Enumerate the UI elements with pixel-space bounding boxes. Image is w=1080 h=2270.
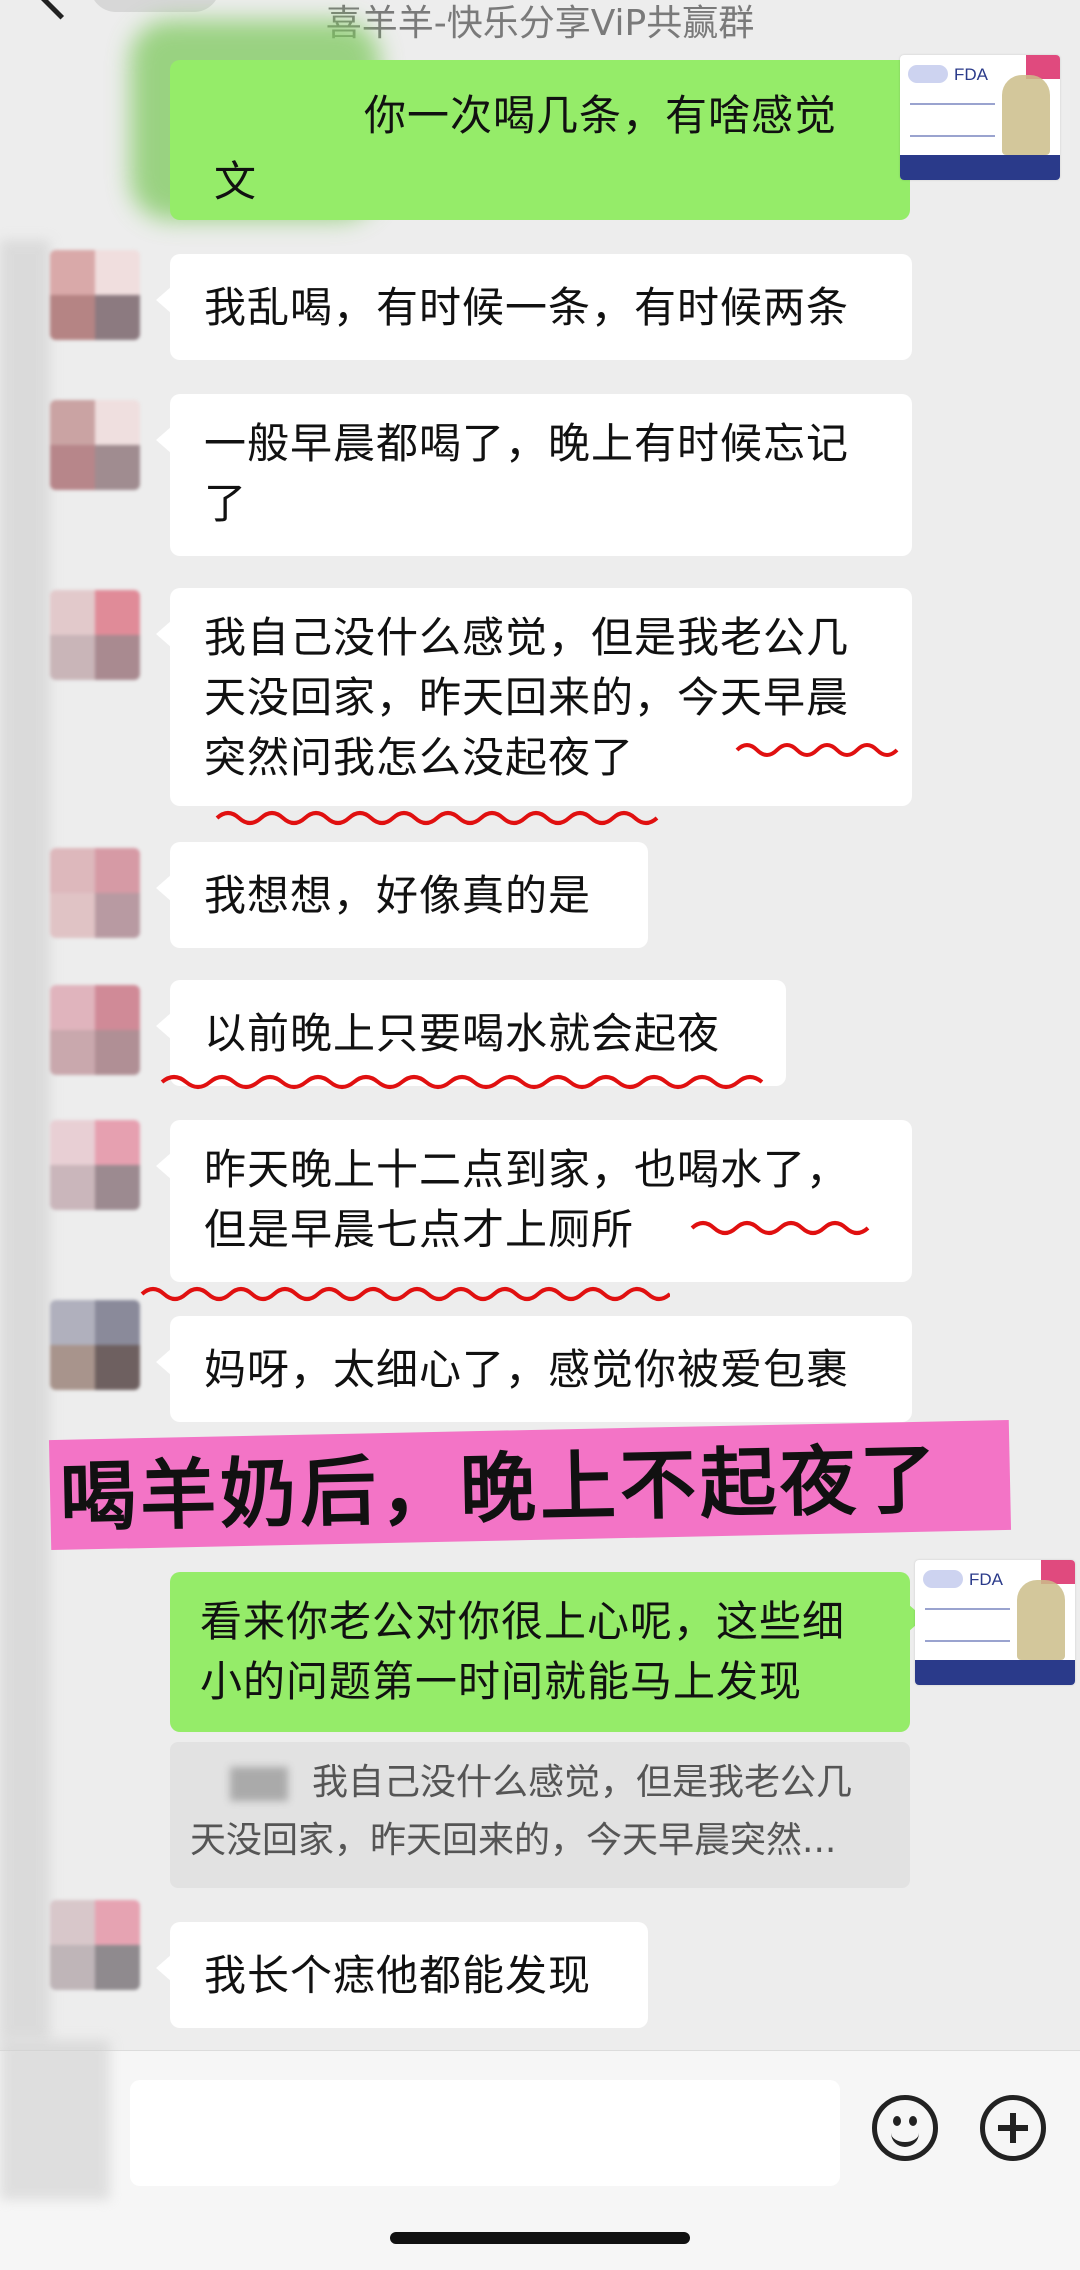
red-underline: [735, 743, 899, 757]
message-text-line: 我自己没什么感觉，但是我老公几: [204, 613, 850, 662]
message-text: 你一次喝几条，有啥感觉: [364, 91, 838, 140]
avatar[interactable]: [50, 1900, 140, 1990]
red-underline: [140, 1287, 670, 1301]
home-indicator: [390, 2232, 690, 2244]
message-bubble-incoming[interactable]: 我乱喝，有时候一条，有时候两条: [156, 254, 912, 360]
message-bubble-outgoing[interactable]: 看来你老公对你很上心呢，这些细 小的问题第一时间就能马上发现: [170, 1572, 924, 1732]
avatar[interactable]: [50, 1120, 140, 1210]
message-text-line: 昨天晚上十二点到家，也喝水了，: [204, 1145, 850, 1194]
blurred-edge: [0, 240, 50, 2040]
message-bubble-incoming[interactable]: 以前晚上只要喝水就会起夜: [156, 980, 786, 1086]
red-underline: [690, 1221, 870, 1235]
plus-icon[interactable]: [980, 2095, 1046, 2161]
red-underline: [160, 1075, 764, 1089]
avatar[interactable]: [50, 985, 140, 1075]
message-text-line: 一般早晨都喝了，晚上有时候忘记: [204, 419, 850, 468]
quote-text-line: 我自己没什么感觉，但是我老公几: [312, 1762, 853, 1803]
goat-icon: [1002, 75, 1050, 155]
red-underline: [215, 811, 659, 825]
message-text: 我长个痣他都能发现: [204, 1951, 592, 2000]
message-bubble-incoming[interactable]: 我自己没什么感觉，但是我老公几 天没回家，昨天回来的，今天早晨 突然问我怎么没起…: [156, 588, 912, 806]
message-text-line: 了: [204, 479, 248, 528]
message-bubble-incoming[interactable]: 昨天晚上十二点到家，也喝水了， 但是早晨七点才上厕所: [156, 1120, 912, 1282]
message-bubble-incoming[interactable]: 妈呀，太细心了，感觉你被爱包裹: [156, 1316, 912, 1422]
message-bubble-incoming[interactable]: 我长个痣他都能发现: [156, 1922, 648, 2028]
quote-text-line: 天没回家，昨天回来的，今天早晨突然...: [190, 1820, 837, 1861]
message-input[interactable]: [130, 2080, 840, 2186]
quoted-message[interactable]: 我自己没什么感觉，但是我老公几 天没回家，昨天回来的，今天早晨突然...: [170, 1742, 910, 1888]
message-bubble-outgoing[interactable]: 你一次喝几条，有啥感觉 文: [170, 60, 924, 220]
message-text-line: 看来你老公对你很上心呢，这些细: [200, 1597, 846, 1646]
fda-badge: FDA: [969, 1570, 1003, 1589]
message-text: 妈呀，太细心了，感觉你被爱包裹: [204, 1345, 850, 1394]
message-bubble-incoming[interactable]: 一般早晨都喝了，晚上有时候忘记 了: [156, 394, 912, 556]
message-text-line: 小的问题第一时间就能马上发现: [200, 1657, 803, 1706]
message-text-fragment: 文: [214, 157, 258, 206]
product-image[interactable]: FDA: [900, 55, 1060, 180]
avatar[interactable]: [50, 250, 140, 340]
avatar[interactable]: [50, 848, 140, 938]
caption-text: 喝羊奶后，晚上不起夜了: [59, 1434, 941, 1543]
message-bubble-incoming[interactable]: 我想想，好像真的是: [156, 842, 648, 948]
product-image[interactable]: FDA: [915, 1560, 1075, 1685]
message-text: 以前晚上只要喝水就会起夜: [204, 1009, 721, 1058]
message-text-line: 天没回家，昨天回来的，今天早晨: [204, 673, 850, 722]
avatar[interactable]: [50, 400, 140, 490]
avatar[interactable]: [50, 1300, 140, 1390]
message-text: 我想想，好像真的是: [204, 871, 592, 920]
fda-badge: FDA: [954, 65, 988, 84]
message-text-line: 但是早晨七点才上厕所: [204, 1205, 635, 1254]
message-text: 我乱喝，有时候一条，有时候两条: [204, 283, 850, 332]
emoji-icon[interactable]: [872, 2095, 938, 2161]
goat-icon: [1017, 1580, 1065, 1660]
avatar[interactable]: [50, 590, 140, 680]
blurred-sender-name: [230, 1767, 288, 1801]
message-text-line: 突然问我怎么没起夜了: [204, 733, 635, 782]
blurred-edge: [0, 2040, 110, 2200]
